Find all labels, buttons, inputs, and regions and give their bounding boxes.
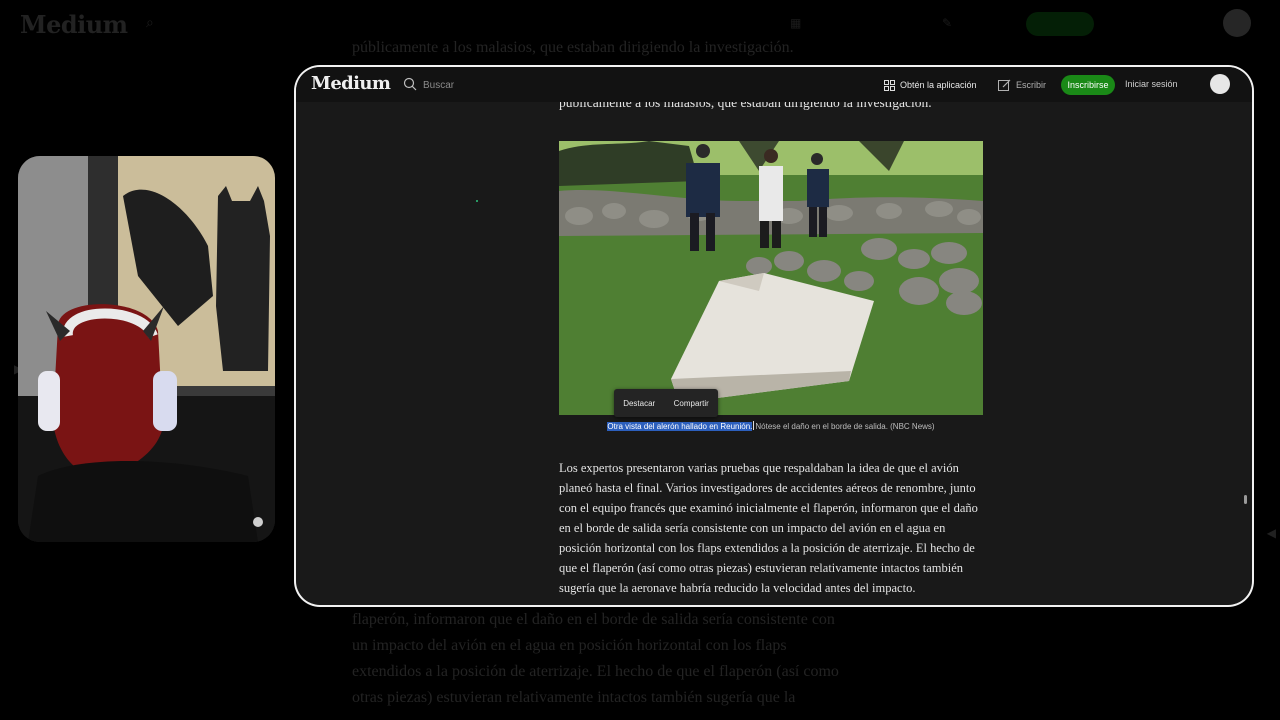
signup-button[interactable]: Inscribirse	[1061, 75, 1115, 95]
background-app-icon: ▦	[790, 16, 802, 30]
green-dot-marker	[476, 200, 478, 202]
right-arrow-icon: ◀	[1266, 526, 1276, 540]
background-avatar	[1223, 9, 1251, 37]
get-app-label: Obtén la aplicación	[900, 80, 977, 90]
avatar[interactable]	[1210, 74, 1230, 94]
background-text-line: públicamente a los malasios, que estaban…	[352, 39, 794, 56]
background-text-line: un impacto del avión en el agua en posic…	[352, 637, 787, 654]
get-app-link[interactable]: Obtén la aplicación	[884, 77, 977, 93]
background-text-line: otras piezas) estuvieran relativamente i…	[352, 689, 796, 706]
background-write-icon: ✎	[942, 16, 953, 30]
signin-link[interactable]: Iniciar sesión	[1125, 79, 1178, 89]
background-text-line: extendidos a la posición de aterrizaje. …	[352, 663, 839, 680]
webcam-feed-image	[18, 156, 275, 542]
browser-popup-window: Medium Obtén la aplicación Escribir	[296, 67, 1252, 605]
webcam-overlay	[18, 156, 275, 542]
article-content: públicamente a los malasios, que estaban…	[296, 102, 1252, 605]
write-label: Escribir	[1016, 80, 1047, 90]
article-text-line: públicamente a los malasios, que estaban…	[559, 102, 932, 110]
article-paragraph: Los expertos presentaron varias pruebas …	[559, 461, 978, 595]
image-caption: Otra vista del alerón hallado en Reunión…	[559, 421, 983, 431]
background-search-icon: ⌕	[146, 14, 154, 30]
background-signup-button	[1026, 12, 1094, 36]
medium-logo[interactable]: Medium	[311, 73, 391, 94]
search-input[interactable]	[423, 75, 543, 95]
write-link[interactable]: Escribir	[998, 77, 1046, 93]
flaperon-photo	[559, 141, 983, 415]
search-box[interactable]	[403, 75, 543, 95]
caption-rest-text: Nótese el daño en el borde de salida. (N…	[755, 422, 935, 431]
scrollbar-thumb[interactable]	[1244, 495, 1247, 504]
search-icon	[403, 77, 417, 91]
app-grid-icon	[884, 79, 895, 91]
background-logo: Medium	[20, 10, 128, 39]
article-image	[559, 141, 983, 415]
highlight-toolbar: Destacar Compartir	[614, 389, 718, 417]
highlight-button[interactable]: Destacar	[623, 399, 655, 408]
write-icon	[998, 79, 1011, 91]
share-button[interactable]: Compartir	[674, 399, 709, 408]
medium-topbar: Medium Obtén la aplicación Escribir	[296, 67, 1252, 102]
background-text-line: flaperón, informaron que el daño en el b…	[352, 611, 835, 628]
caption-selected-text[interactable]: Otra vista del alerón hallado en Reunión…	[607, 422, 753, 431]
